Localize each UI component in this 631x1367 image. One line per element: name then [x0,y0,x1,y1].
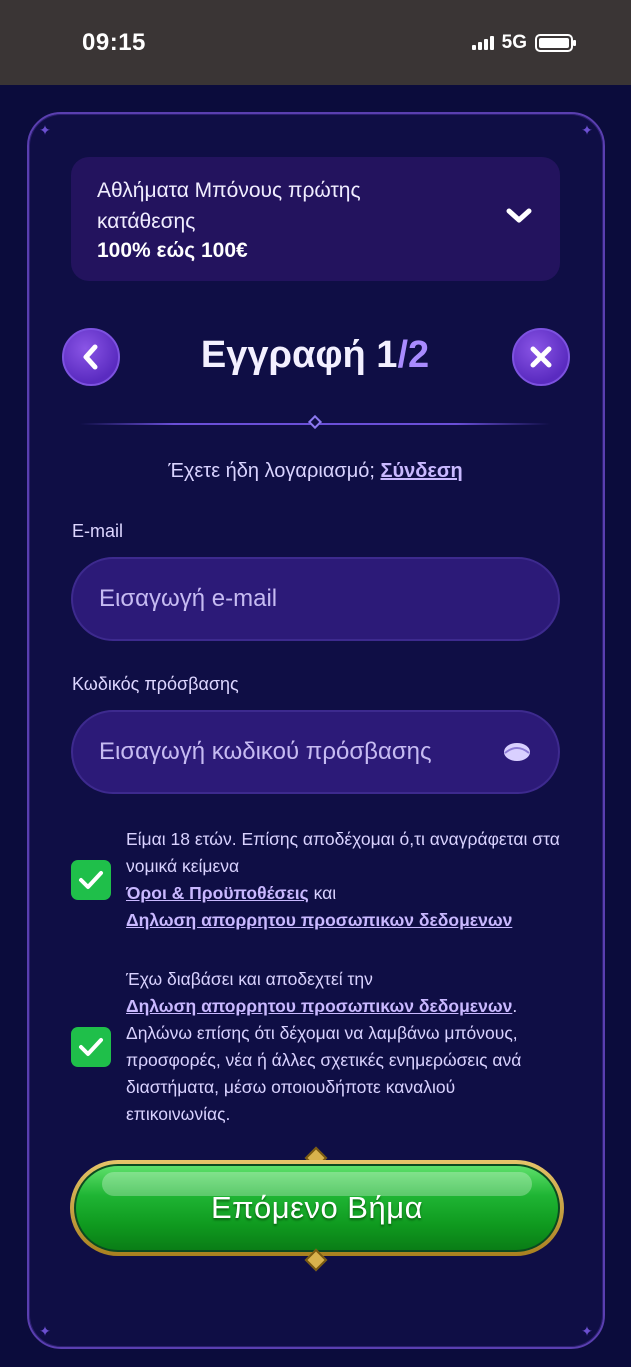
email-field-wrapper [71,557,560,641]
terms-consent-intro: Είμαι 18 ετών. Επίσης αποδέχομαι ό,τι αν… [126,829,560,876]
network-label: 5G [501,31,527,53]
page-title-text: Εγγραφή 1 [200,334,398,376]
back-button[interactable] [62,328,120,386]
close-icon [530,346,552,368]
eye-icon[interactable] [502,741,532,763]
page-title: Εγγραφή 1/2 [140,334,490,377]
next-step-button-face: Επόμενο Βήμα [74,1164,560,1252]
login-prompt-text: Έχετε ήδη λογαριασμό; [168,460,375,482]
corner-ornament-icon: ✦ [581,122,593,138]
next-step-label: Επόμενο Βήμα [210,1190,424,1225]
checkmark-icon [79,1038,103,1056]
password-field-wrapper [71,710,560,794]
terms-and: και [313,883,337,903]
email-label: E-mail [72,521,124,541]
checkmark-icon [79,871,103,889]
privacy-link[interactable]: Δηλωση απορρητου προσωπικων δεδομενων [126,910,512,930]
password-field[interactable] [99,738,502,766]
chevron-left-icon [83,344,98,370]
bonus-amount: 100% εώς 100€ [97,239,248,262]
terms-checkbox[interactable] [71,860,111,900]
marketing-checkbox[interactable] [71,1027,111,1067]
corner-ornament-icon: ✦ [39,1323,51,1339]
signal-icon [471,35,494,50]
status-bar: 09:15 5G [0,0,631,85]
marketing-consent-text: Έχω διαβάσει και αποδεχτεί την Δηλωση απ… [126,966,561,1128]
login-link[interactable]: Σύνδεση [380,460,462,482]
chevron-down-icon [506,208,532,223]
battery-icon [535,33,576,52]
terms-consent-text: Είμαι 18 ετών. Επίσης αποδέχομαι ό,τι αν… [126,826,561,934]
password-label: Κωδικός πρόσβασης [72,674,239,694]
bonus-title: Αθλήματα Μπόνους πρώτης κατάθεσης [97,179,361,233]
page-step: /2 [397,334,430,376]
status-time: 09:15 [82,28,146,56]
corner-ornament-icon: ✦ [39,122,51,138]
login-prompt: Έχετε ήδη λογαριασμό; Σύνδεση [0,460,631,483]
privacy-link[interactable]: Δηλωση απορρητου προσωπικων δεδομενων [126,996,512,1016]
status-indicators: 5G [471,31,576,54]
bonus-selector[interactable]: Αθλήματα Μπόνους πρώτης κατάθεσης 100% ε… [71,157,560,281]
email-field[interactable] [99,585,532,613]
close-button[interactable] [512,328,570,386]
marketing-consent-row: Έχω διαβάσει και αποδεχτεί την Δηλωση απ… [71,966,561,1128]
corner-ornament-icon: ✦ [581,1323,593,1339]
marketing-consent-intro: Έχω διαβάσει και αποδεχτεί την [126,969,373,989]
next-step-button[interactable]: Επόμενο Βήμα [70,1160,564,1256]
terms-link[interactable]: Όροι & Προϋποθέσεις [126,883,309,903]
terms-consent-row: Είμαι 18 ετών. Επίσης αποδέχομαι ό,τι αν… [71,826,561,934]
